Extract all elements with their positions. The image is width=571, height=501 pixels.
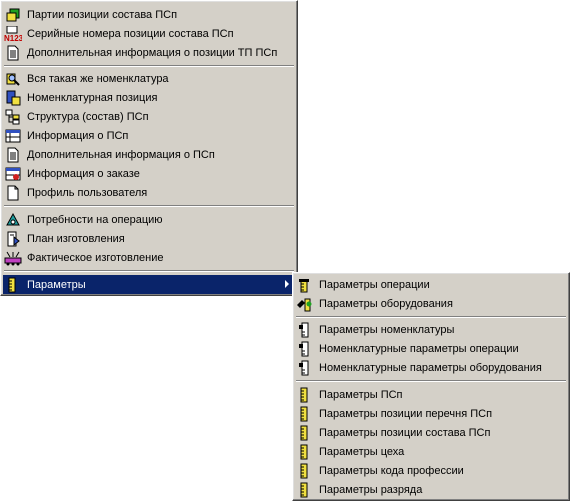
serial-number-icon: N123 — [4, 25, 22, 42]
menu-item-label: Дополнительная информация о ПСп — [27, 148, 215, 161]
submenu-item-composition-position-params[interactable]: Параметры позиции состава ПСп — [295, 423, 567, 442]
menu-item-label: Фактическое изготовление — [27, 251, 164, 264]
menu-item-label: Параметры позиции состава ПСп — [319, 426, 491, 439]
order-info-icon — [4, 166, 22, 182]
menu-item-label: Параметры оборудования — [319, 297, 453, 310]
menu-item-label: Параметры цеха — [319, 445, 405, 458]
menu-item-label: План изготовления — [27, 232, 125, 245]
menu-item-label: Структура (состав) ПСп — [27, 110, 149, 123]
svg-text:N123: N123 — [4, 34, 22, 42]
menu-item-label: Параметры операции — [319, 278, 430, 291]
menu-item-label: Номенклатурные параметры операции — [319, 342, 519, 355]
parameters-icon — [4, 277, 22, 293]
menu-item-structure[interactable]: Структура (состав) ПСп — [3, 107, 295, 126]
menu-item-label: Параметры кода профессии — [319, 464, 464, 477]
menu-item-same-nomenclature[interactable]: Вся такая же номенклатура — [3, 69, 295, 88]
menu-item-label: Потребности на операцию — [27, 213, 163, 226]
blank-page-icon — [4, 185, 22, 201]
menu-item-label: Информация о ПСп — [27, 129, 129, 142]
actual-production-icon — [4, 250, 22, 266]
submenu-item-nomenclature-operation-params[interactable]: Номенклатурные параметры операции — [295, 339, 567, 358]
operation-needs-icon — [4, 212, 22, 228]
menu-item-label: Параметры позиции перечня ПСп — [319, 407, 493, 420]
document-icon — [4, 45, 22, 61]
menu-item-label: Номенклатурные параметры оборудования — [319, 361, 542, 374]
submenu-item-profession-code-params[interactable]: Параметры кода профессии — [295, 461, 567, 480]
parameters-icon — [296, 425, 314, 441]
equipment-parameters-icon — [296, 296, 314, 312]
menu-item-extra-info-psp[interactable]: Дополнительная информация о ПСп — [3, 145, 295, 164]
parameters-icon — [296, 444, 314, 460]
menu-item-psp-info[interactable]: Информация о ПСп — [3, 126, 295, 145]
nomenclature-parameters-icon — [296, 341, 314, 357]
parameters-submenu: Параметры операции Параметры оборудовани… — [292, 272, 570, 501]
menu-item-label: Параметры разряда — [319, 483, 423, 496]
parameters-icon — [296, 277, 314, 293]
parameters-icon — [296, 482, 314, 498]
menu-item-operation-needs[interactable]: Потребности на операцию — [3, 210, 295, 229]
document-icon — [4, 147, 22, 163]
menu-item-label: Серийные номера позиции состава ПСп — [27, 27, 234, 40]
menu-item-label: Информация о заказе — [27, 167, 140, 180]
submenu-item-workshop-params[interactable]: Параметры цеха — [295, 442, 567, 461]
structure-icon — [4, 109, 22, 125]
menu-item-extra-info-tp[interactable]: Дополнительная информация о позиции ТП П… — [3, 43, 295, 62]
menu-item-label: Профиль пользователя — [27, 186, 148, 199]
production-plan-icon — [4, 231, 22, 247]
submenu-item-list-position-params[interactable]: Параметры позиции перечня ПСп — [295, 404, 567, 423]
menu-item-serial-numbers[interactable]: N123 Серийные номера позиции состава ПСп — [3, 24, 295, 43]
menu-item-nomenclature-position[interactable]: Номенклатурная позиция — [3, 88, 295, 107]
parameters-icon — [296, 463, 314, 479]
nomenclature-parameters-icon — [296, 322, 314, 338]
parameters-icon — [296, 387, 314, 403]
menu-item-label: Параметры — [27, 278, 86, 291]
lots-icon — [4, 7, 22, 23]
nomenclature-parameters-icon — [296, 360, 314, 376]
submenu-item-equipment-params[interactable]: Параметры оборудования — [295, 294, 567, 313]
submenu-item-nomenclature-equipment-params[interactable]: Номенклатурные параметры оборудования — [295, 358, 567, 377]
menu-item-user-profile[interactable]: Профиль пользователя — [3, 183, 295, 202]
menu-separator — [4, 205, 294, 207]
submenu-arrow-icon — [285, 280, 289, 288]
menu-item-lots[interactable]: Партии позиции состава ПСп — [3, 5, 295, 24]
menu-item-production-plan[interactable]: План изготовления — [3, 229, 295, 248]
menu-item-actual-production[interactable]: Фактическое изготовление — [3, 248, 295, 267]
menu-item-label: Параметры номенклатуры — [319, 323, 455, 336]
submenu-item-operation-params[interactable]: Параметры операции — [295, 275, 567, 294]
submenu-item-grade-params[interactable]: Параметры разряда — [295, 480, 567, 499]
menu-separator — [296, 380, 566, 382]
menu-item-label: Номенклатурная позиция — [27, 91, 158, 104]
menu-item-label: Дополнительная информация о позиции ТП П… — [27, 46, 278, 59]
menu-separator — [296, 316, 566, 318]
menu-item-order-info[interactable]: Информация о заказе — [3, 164, 295, 183]
menu-item-label: Партии позиции состава ПСп — [27, 8, 178, 21]
menu-item-parameters[interactable]: Параметры — [3, 275, 295, 294]
nomenclature-item-icon — [4, 90, 22, 106]
parameters-icon — [296, 406, 314, 422]
info-table-icon — [4, 128, 22, 144]
menu-item-label: Параметры ПСп — [319, 388, 403, 401]
menu-separator — [4, 65, 294, 67]
same-nomenclature-icon — [4, 71, 22, 87]
menu-item-label: Вся такая же номенклатура — [27, 72, 169, 85]
context-menu: Партии позиции состава ПСп N123 Серийные… — [0, 0, 298, 296]
menu-separator — [4, 270, 294, 272]
submenu-item-psp-params[interactable]: Параметры ПСп — [295, 385, 567, 404]
submenu-item-nomenclature-params[interactable]: Параметры номенклатуры — [295, 320, 567, 339]
